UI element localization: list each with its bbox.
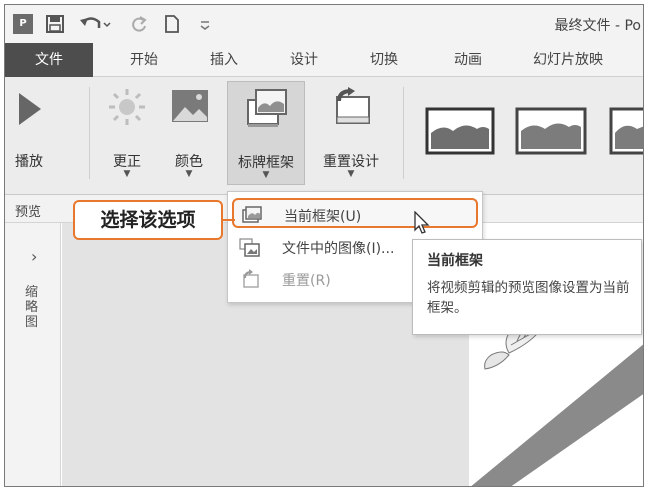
- tooltip-title: 当前框架: [427, 253, 483, 269]
- customize-toolbar-icon[interactable]: [195, 14, 215, 34]
- chevron-down-icon: ▼: [262, 170, 270, 180]
- tab-insert[interactable]: 插入: [197, 43, 251, 77]
- powerpoint-window: P 最终文件 - Po 文件 开始 插入 设计 切换 动画 幻灯片放映 播放 更…: [4, 4, 644, 487]
- menu-item-label: 重置(R): [282, 273, 331, 289]
- tab-design[interactable]: 设计: [277, 43, 331, 77]
- ribbon-tab-bar: 文件 开始 插入 设计 切换 动画 幻灯片放映: [5, 43, 643, 77]
- thumbnail-pane-label: 缩略图: [25, 285, 39, 330]
- tooltip: 当前框架 将视频剪辑的预览图像设置为当前框架。: [412, 239, 642, 335]
- play-label: 播放: [15, 154, 43, 170]
- window-title: 最终文件 - Po: [554, 18, 641, 34]
- corrections-label: 更正: [113, 154, 141, 170]
- group-label-preview: 预览: [15, 205, 42, 220]
- powerpoint-logo-icon: P: [13, 14, 33, 34]
- tooltip-body: 将视频剪辑的预览图像设置为当前框架。: [427, 280, 630, 316]
- picture-color-icon: [172, 90, 208, 122]
- menu-item-label: 当前框架(U): [284, 209, 362, 225]
- current-frame-icon: [242, 206, 262, 223]
- ribbon-separator: [403, 87, 404, 179]
- play-button[interactable]: 播放: [7, 81, 51, 185]
- annotation-connector: [223, 219, 235, 221]
- chevron-down-icon: ▼: [185, 169, 193, 179]
- corrections-sun-icon: [109, 89, 145, 125]
- tab-animations[interactable]: 动画: [441, 43, 495, 77]
- reset-design-button[interactable]: 重置设计 ▼: [311, 81, 391, 185]
- poster-frame-icon: [247, 89, 287, 127]
- tab-file[interactable]: 文件: [5, 43, 93, 77]
- ribbon-separator: [89, 87, 90, 179]
- new-file-icon[interactable]: [162, 14, 182, 34]
- video-style-thumbnail[interactable]: [607, 107, 644, 155]
- color-button[interactable]: 颜色 ▼: [165, 81, 213, 185]
- tab-home[interactable]: 开始: [117, 43, 171, 77]
- title-bar: P 最终文件 - Po: [5, 5, 643, 43]
- video-style-thumbnail[interactable]: [515, 107, 587, 155]
- save-icon[interactable]: [45, 14, 65, 34]
- menu-item-current-frame[interactable]: 当前框架(U): [232, 198, 478, 228]
- reset-icon: [243, 269, 259, 288]
- image-from-file-icon: [239, 238, 260, 257]
- thumbnail-pane-collapsed[interactable]: › 缩略图: [5, 223, 61, 486]
- annotation-callout: 选择该选项: [73, 200, 223, 240]
- poster-frame-button[interactable]: 标牌框架 ▼: [227, 81, 305, 185]
- corrections-button[interactable]: 更正 ▼: [103, 81, 151, 185]
- undo-icon[interactable]: [79, 14, 113, 34]
- video-style-thumbnail[interactable]: [425, 107, 495, 155]
- tab-transitions[interactable]: 切换: [357, 43, 411, 77]
- ribbon: 播放 更正 ▼ 颜色 ▼ 标牌框架 ▼ 重置设计 ▼: [5, 77, 644, 195]
- chevron-down-icon: ▼: [123, 169, 131, 179]
- reset-design-icon: [336, 87, 370, 124]
- mouse-cursor-icon: [414, 211, 430, 234]
- reset-design-label: 重置设计: [323, 154, 379, 170]
- menu-item-label: 文件中的图像(I)...: [282, 241, 395, 257]
- redo-icon[interactable]: [129, 14, 149, 34]
- expand-chevron-icon[interactable]: ›: [31, 247, 37, 266]
- chevron-down-icon: ▼: [347, 169, 355, 179]
- tab-slideshow[interactable]: 幻灯片放映: [533, 43, 643, 77]
- play-icon: [19, 93, 41, 125]
- color-label: 颜色: [175, 154, 203, 170]
- poster-frame-label: 标牌框架: [238, 155, 294, 171]
